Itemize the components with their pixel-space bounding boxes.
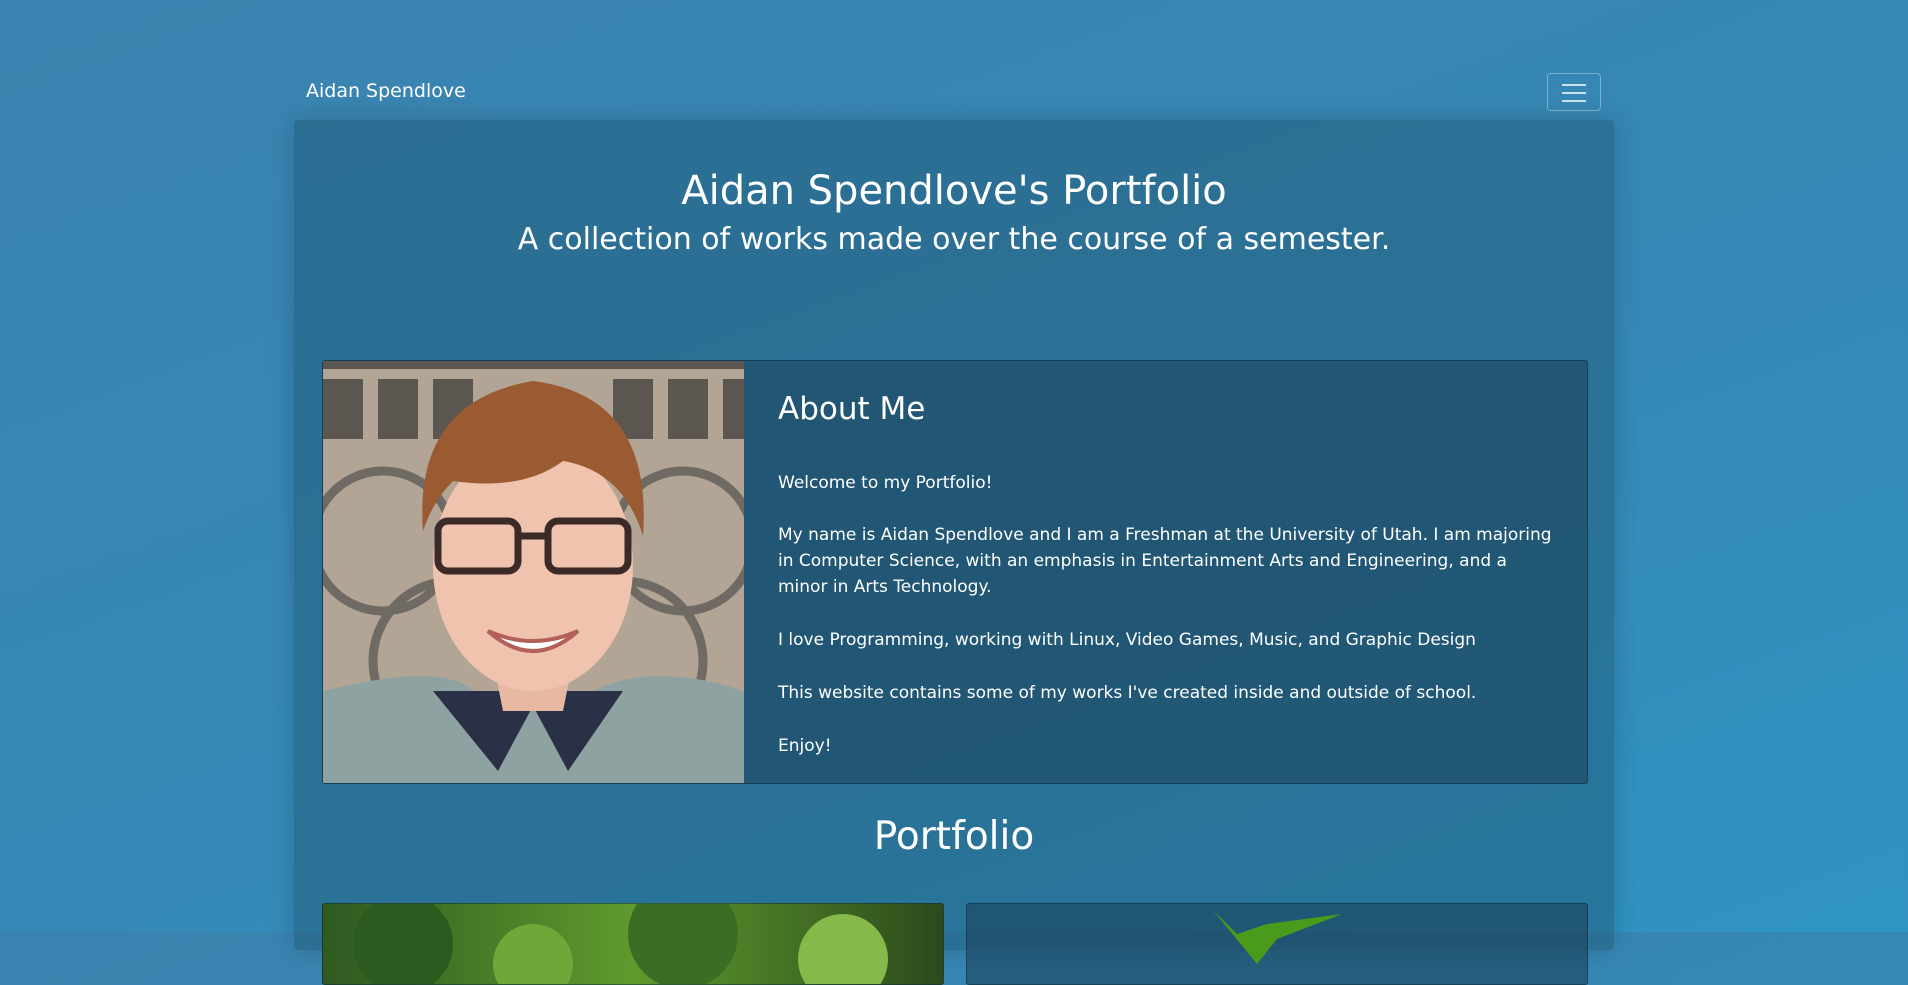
portfolio-card[interactable] <box>966 903 1588 985</box>
profile-photo <box>323 361 744 783</box>
about-title: About Me <box>778 391 926 427</box>
about-paragraph: Enjoy! <box>778 736 832 756</box>
about-paragraph: Welcome to my Portfolio! <box>778 473 993 493</box>
about-card: About Me Welcome to my Portfolio! My nam… <box>322 360 1588 784</box>
navbar: Aidan Spendlove <box>294 73 1614 121</box>
portfolio-thumbnail <box>1212 909 1342 964</box>
main-container: Aidan Spendlove's Portfolio A collection… <box>294 120 1614 985</box>
portfolio-title: Portfolio <box>873 814 1035 859</box>
navbar-brand[interactable]: Aidan Spendlove <box>306 80 466 102</box>
about-paragraph: This website contains some of my works I… <box>778 683 1477 703</box>
page-title: Aidan Spendlove's Portfolio <box>681 168 1227 214</box>
about-paragraph: My name is Aidan Spendlove and I am a Fr… <box>778 525 1552 597</box>
portfolio-thumbnail <box>353 904 888 984</box>
page-subtitle: A collection of works made over the cour… <box>517 222 1391 257</box>
portfolio-card[interactable] <box>322 903 944 985</box>
about-paragraph: I love Programming, working with Linux, … <box>778 630 1476 650</box>
navbar-toggle-button[interactable] <box>1547 73 1601 111</box>
